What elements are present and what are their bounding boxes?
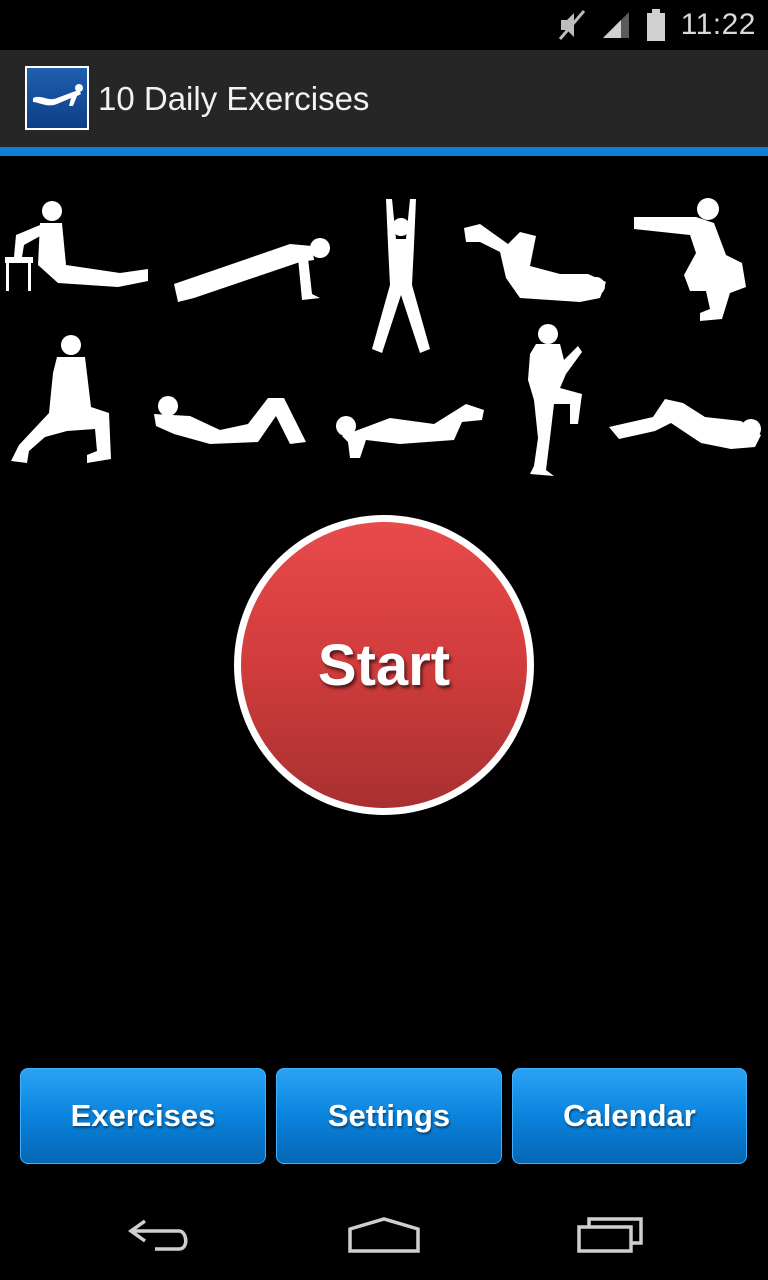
recents-button[interactable] (550, 1190, 670, 1280)
lunge-icon (11, 335, 111, 463)
tricep-dip-icon (5, 201, 148, 291)
app-title: 10 Daily Exercises (98, 80, 370, 117)
start-button[interactable]: Start (241, 522, 527, 808)
status-time: 11:22 (680, 8, 756, 41)
back-button[interactable] (100, 1190, 220, 1280)
action-bar: 10 Daily Exercises (0, 50, 768, 147)
signal-icon (602, 12, 629, 38)
calendar-button[interactable]: Calendar (512, 1068, 747, 1164)
settings-button[interactable]: Settings (276, 1068, 502, 1164)
push-up-icon (174, 238, 330, 302)
calendar-button-label: Calendar (563, 1098, 696, 1133)
pushup-logo-icon[interactable] (25, 66, 89, 130)
jumping-jack-icon (372, 199, 430, 353)
recents-icon (577, 1217, 643, 1253)
start-label: Start (317, 632, 451, 698)
home-icon (348, 1217, 420, 1253)
sit-up-icon (154, 396, 306, 444)
back-icon (127, 1219, 188, 1251)
navigation-bar (0, 1190, 768, 1280)
battery-icon (646, 9, 665, 41)
status-bar: 11:22 (0, 0, 768, 50)
high-knee-icon (528, 324, 582, 476)
status-icons: 11:22 (557, 0, 756, 50)
settings-button-label: Settings (327, 1098, 451, 1133)
exercises-button-label: Exercises (70, 1098, 216, 1133)
exercises-button[interactable]: Exercises (20, 1068, 266, 1164)
crunch-icon (464, 224, 606, 302)
squat-icon (634, 198, 746, 321)
knee-push-up-icon (336, 404, 484, 458)
action-bar-divider (0, 147, 768, 156)
bicycle-crunch-icon (609, 399, 761, 449)
home-button[interactable] (324, 1190, 444, 1280)
mute-icon (558, 10, 585, 40)
